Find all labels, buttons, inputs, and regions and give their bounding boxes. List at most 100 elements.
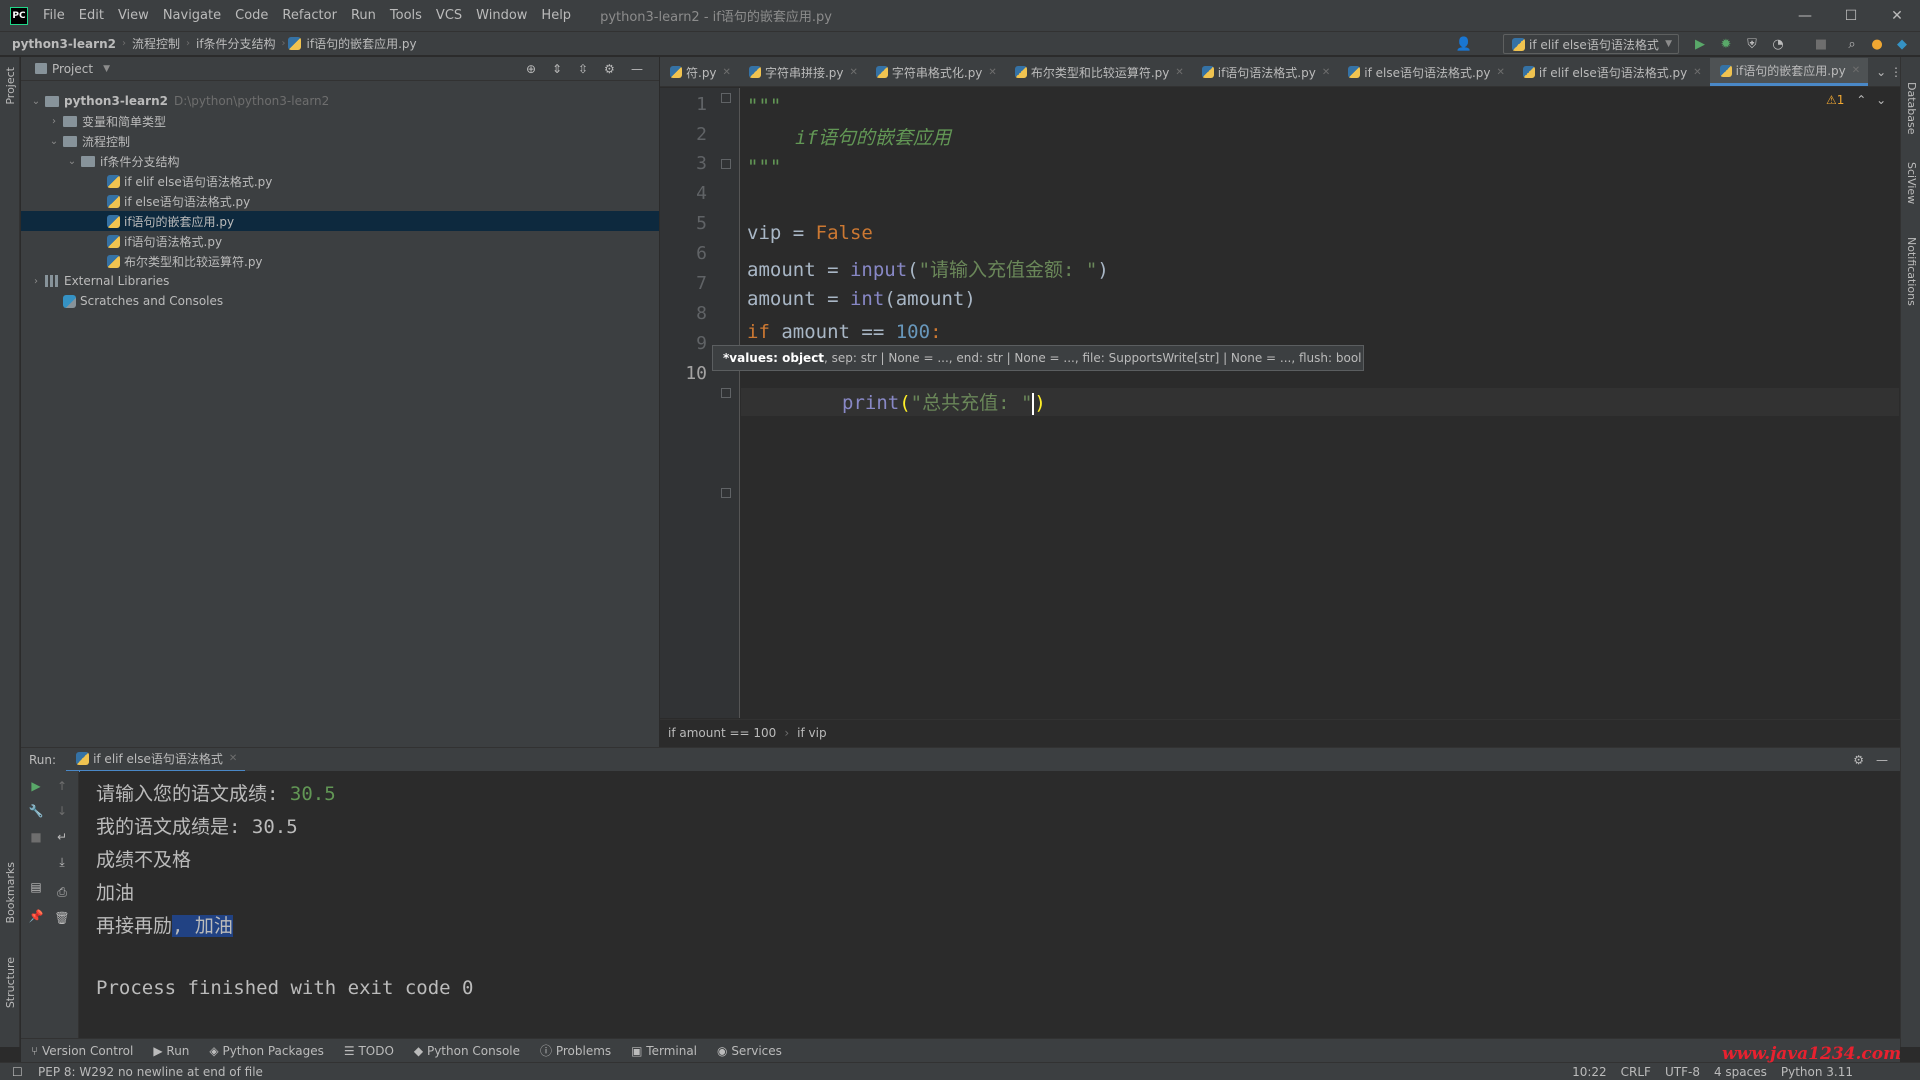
tree-item[interactable]: if elif else语句语法格式.py <box>21 171 659 191</box>
fold-marker-icon[interactable] <box>721 388 731 398</box>
editor-tab[interactable]: if语句语法格式.py ✕ <box>1192 58 1338 86</box>
toolwindow-todo[interactable]: ☰ TODO <box>334 1044 404 1058</box>
toolwindow-version-control[interactable]: ⑂ Version Control <box>21 1044 143 1058</box>
toolwindow-services[interactable]: ◉ Services <box>707 1044 792 1058</box>
wrench-icon[interactable]: 🔧 <box>27 802 45 820</box>
code-editor[interactable]: """ if语句的嵌套应用 """ vip = False amount = i… <box>741 88 1899 718</box>
status-toggle-icon[interactable]: ☐ <box>12 1065 23 1079</box>
line-separator[interactable]: CRLF <box>1614 1065 1658 1079</box>
chevron-down-icon[interactable]: ⌄ <box>1876 93 1886 107</box>
close-icon[interactable]: ✕ <box>723 67 731 78</box>
coverage-icon[interactable]: ⛨ <box>1743 35 1761 53</box>
breadcrumb-item[interactable]: if amount == 100 <box>668 726 776 740</box>
scroll-to-end-icon[interactable]: ⤓ <box>53 853 71 871</box>
menu-edit[interactable]: Edit <box>72 0 111 32</box>
user-icon[interactable]: 👤 <box>1455 35 1473 53</box>
run-tab[interactable]: if elif else语句语法格式 ✕ <box>66 748 246 772</box>
fold-marker-icon[interactable] <box>721 488 731 498</box>
chevron-down-icon[interactable]: ⌄ <box>65 156 79 167</box>
menu-tools[interactable]: Tools <box>383 0 429 32</box>
chevron-right-icon[interactable]: › <box>29 276 43 287</box>
close-icon[interactable]: ✕ <box>1322 67 1330 78</box>
editor-tab[interactable]: if语句的嵌套应用.py ✕ <box>1709 58 1869 86</box>
nav-crumb-subfolder[interactable]: if条件分支结构 <box>190 35 282 52</box>
tree-item[interactable]: if语句的嵌套应用.py <box>21 211 659 231</box>
menu-code[interactable]: Code <box>228 0 275 32</box>
close-icon[interactable]: ✕ <box>1175 67 1183 78</box>
soft-wrap-icon[interactable]: ↵ <box>53 828 71 846</box>
editor-tab[interactable]: 符.py ✕ <box>660 58 739 86</box>
close-window-button[interactable]: ✕ <box>1874 0 1920 32</box>
close-icon[interactable]: ✕ <box>1693 67 1701 78</box>
tree-item[interactable]: › 变量和简单类型 <box>21 111 659 131</box>
fold-marker-icon[interactable] <box>721 93 731 103</box>
database-toolwindow-button[interactable]: Database <box>1905 82 1918 135</box>
maximize-button[interactable]: ☐ <box>1828 0 1874 32</box>
run-icon[interactable]: ▶ <box>1691 35 1709 53</box>
tree-item[interactable]: ⌄ 流程控制 <box>21 131 659 151</box>
toolwindow-python-console[interactable]: ◆ Python Console <box>404 1044 530 1058</box>
nav-crumb-folder[interactable]: 流程控制 <box>126 35 186 52</box>
breadcrumb-item[interactable]: if vip <box>797 726 826 740</box>
nav-crumb-file[interactable]: if语句的嵌套应用.py <box>305 35 423 52</box>
collapse-all-icon[interactable]: ⇳ <box>578 62 588 76</box>
tree-item[interactable]: 布尔类型和比较运算符.py <box>21 251 659 271</box>
close-icon[interactable]: ✕ <box>988 67 996 78</box>
menu-navigate[interactable]: Navigate <box>156 0 228 32</box>
trash-icon[interactable]: 🗑 <box>53 909 71 927</box>
nav-crumb-project[interactable]: python3-learn2 <box>0 37 122 51</box>
debug-icon[interactable]: ✹ <box>1717 35 1735 53</box>
menu-view[interactable]: View <box>111 0 156 32</box>
pin-icon[interactable]: 📌 <box>27 907 45 925</box>
tree-item[interactable]: if else语句语法格式.py <box>21 191 659 211</box>
toolwindow-python-packages[interactable]: ◈ Python Packages <box>199 1044 333 1058</box>
toolwindow-problems[interactable]: ⓘ Problems <box>530 1042 621 1059</box>
fold-marker-icon[interactable] <box>721 159 731 169</box>
stop-icon[interactable]: ■ <box>27 828 45 846</box>
run-configuration-select[interactable]: if elif else语句语法格式 ▼ <box>1503 34 1679 54</box>
menu-file[interactable]: File <box>36 0 72 32</box>
tree-item[interactable]: Scratches and Consoles <box>21 291 659 311</box>
locate-icon[interactable]: ⊕ <box>526 62 536 76</box>
toolwindow-run[interactable]: ▶ Run <box>143 1044 199 1058</box>
project-toolwindow-button[interactable]: Project <box>4 67 17 105</box>
jetbrains-logo-icon[interactable]: ◆ <box>1893 35 1911 53</box>
inspection-widget[interactable]: ⚠1 ⌃ ⌄ <box>1826 93 1886 107</box>
sciview-toolwindow-button[interactable]: SciView <box>1905 162 1918 204</box>
close-icon[interactable]: ✕ <box>1497 67 1505 78</box>
layout-icon[interactable]: ▤ <box>27 878 45 896</box>
expand-all-icon[interactable]: ⇕ <box>552 62 562 76</box>
python-interpreter[interactable]: Python 3.11 <box>1774 1065 1860 1079</box>
structure-toolwindow-button[interactable]: Structure <box>4 957 17 1008</box>
project-panel-title[interactable]: Project <box>52 62 93 76</box>
chevron-up-icon[interactable]: ⌃ <box>1856 93 1866 107</box>
chevron-down-icon[interactable]: ⌄ <box>29 96 43 107</box>
editor-tab[interactable]: 字符串拼接.py ✕ <box>739 58 866 86</box>
chevron-down-icon[interactable]: ▼ <box>103 64 110 74</box>
editor-tab[interactable]: 字符串格式化.py ✕ <box>866 58 1005 86</box>
chevron-right-icon[interactable]: › <box>47 116 61 127</box>
toolwindow-terminal[interactable]: ▣ Terminal <box>621 1044 707 1058</box>
profile-icon[interactable]: ◔ <box>1769 35 1787 53</box>
indent-setting[interactable]: 4 spaces <box>1707 1065 1774 1079</box>
menu-vcs[interactable]: VCS <box>429 0 469 32</box>
menu-help[interactable]: Help <box>534 0 578 32</box>
print-icon[interactable]: ⎙ <box>53 883 71 901</box>
hide-panel-icon[interactable]: — <box>1876 753 1888 767</box>
bookmarks-toolwindow-button[interactable]: Bookmarks <box>4 862 17 923</box>
tree-item[interactable]: › External Libraries <box>21 271 659 291</box>
rerun-icon[interactable]: ▶ <box>27 777 45 795</box>
tree-item[interactable]: ⌄ if条件分支结构 <box>21 151 659 171</box>
update-icon[interactable]: ● <box>1868 35 1886 53</box>
caret-position[interactable]: 10:22 <box>1565 1065 1614 1079</box>
minimize-button[interactable]: — <box>1782 0 1828 32</box>
menu-run[interactable]: Run <box>344 0 383 32</box>
editor-tab[interactable]: if elif else语句语法格式.py ✕ <box>1513 58 1710 86</box>
close-icon[interactable]: ✕ <box>229 753 237 764</box>
editor-tab[interactable]: if else语句语法格式.py ✕ <box>1338 58 1513 86</box>
file-encoding[interactable]: UTF-8 <box>1658 1065 1707 1079</box>
arrow-down-icon[interactable]: ↓ <box>53 802 71 820</box>
gear-icon[interactable]: ⚙ <box>604 62 615 76</box>
tabs-overflow-icon[interactable]: ⌄ ⋮ <box>1868 58 1900 86</box>
stop-icon[interactable]: ■ <box>1812 35 1830 53</box>
